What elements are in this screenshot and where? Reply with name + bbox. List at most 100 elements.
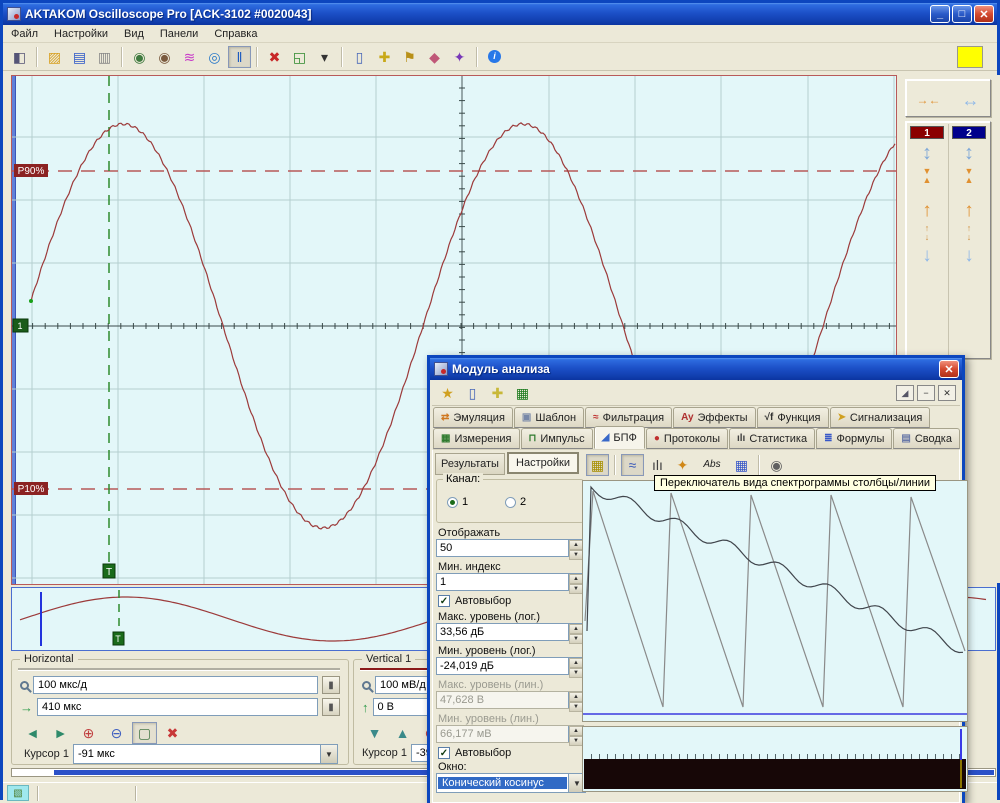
tab-formulas[interactable]: ≣Формулы [816,428,892,449]
display-button[interactable]: ▦ [511,382,534,404]
min-index-spinner[interactable]: ▲▼ [568,574,583,590]
tab-summary[interactable]: ▤Сводка [893,428,960,449]
import-dropdown[interactable]: ▾ [313,46,336,68]
compress-vertical-button[interactable]: ▼ ▲ [965,167,974,185]
save-button[interactable]: ▤ [68,46,91,68]
settings-ch1-button[interactable]: ◉ [128,46,151,68]
expand-vertical-button[interactable]: ↕ [922,143,932,163]
move-up-button[interactable]: ↑ [922,201,932,220]
display-count-spinner[interactable]: ▲▼ [568,540,583,556]
tab-alarm[interactable]: ➤Сигнализация [830,407,931,428]
min-log-input[interactable]: -24,019 дБ ▲▼ [436,657,584,675]
tab-filtering[interactable]: ≈Фильтрация [585,407,672,428]
minimize-button[interactable]: _ [930,5,950,23]
shift-up-button[interactable]: ▲ [390,722,415,744]
tab-measurements[interactable]: ▦Измерения [433,428,520,449]
h-cursor-dropdown[interactable]: ▼ [320,745,337,763]
scroll-left-button[interactable]: ◄ [20,722,45,744]
window-function-combo[interactable]: Конический косинус ▼ [436,773,586,793]
help-button[interactable]: i [483,46,506,68]
settings-ch2-button[interactable]: ◉ [153,46,176,68]
h-cursor-combo[interactable]: -91 мкс ▼ [73,744,338,764]
channel-2-radio[interactable]: 2 [505,496,526,508]
clear-signal-button[interactable]: ✖ [263,46,286,68]
add-button[interactable]: ✚ [486,382,509,404]
import-signal-button[interactable]: ◱ [288,46,311,68]
wizard-button[interactable]: ✦ [448,46,471,68]
tab-effects[interactable]: AyЭффекты [673,407,755,428]
print-button[interactable]: ▥ [93,46,116,68]
autoselect-lin-checkbox[interactable]: ✓Автовыбор [438,747,511,759]
move-up-button[interactable]: ↑ [964,201,974,220]
dialog-minimize-button[interactable]: − [917,385,935,401]
menu-help[interactable]: Справка [206,26,265,42]
channel-2-badge[interactable]: 2 [952,126,986,139]
max-log-spinner[interactable]: ▲▼ [568,624,583,640]
panel-measure-button[interactable]: ◆ [423,46,446,68]
fft-bars-button[interactable]: ılı [646,454,669,476]
color-swatch[interactable] [957,46,983,68]
fft-lines-button[interactable]: ≈ [621,454,644,476]
timebase-lock-button[interactable]: ▮ [322,676,340,694]
tab-protocols[interactable]: ●Протоколы [646,428,728,449]
compress-vertical-button[interactable]: ▼ ▲ [923,167,932,185]
expand-horizontal-button[interactable]: ↔ [962,91,980,109]
tab-function[interactable]: √fФункция [757,407,829,428]
generator-button[interactable]: ≋ [178,46,201,68]
fft-grid-button[interactable]: ▦ [586,454,609,476]
zoom-out-button[interactable]: ⊖ [104,722,129,744]
menu-settings[interactable]: Настройки [46,26,116,42]
panel-signpost-button[interactable]: ⚑ [398,46,421,68]
dialog-close-alt-button[interactable]: ✕ [938,385,956,401]
fft-table-button[interactable]: ▦ [730,454,753,476]
menu-file[interactable]: Файл [3,26,46,42]
delay-lock-button[interactable]: ▮ [322,698,340,716]
min-log-spinner[interactable]: ▲▼ [568,658,583,674]
open-button[interactable]: ▨ [43,46,66,68]
move-down-button[interactable]: ↓ [922,246,932,265]
fft-abs-button[interactable]: Abs [696,454,728,476]
tab-statistics[interactable]: ılıСтатистика [729,428,815,449]
panel-info-button[interactable]: ▯ [348,46,371,68]
menu-panels[interactable]: Панели [152,26,206,42]
max-log-input[interactable]: 33,56 дБ ▲▼ [436,623,584,641]
tab-pulse[interactable]: ⊓Импульс [521,428,593,449]
maximize-button[interactable]: □ [952,5,972,23]
close-button[interactable]: ✕ [974,5,994,23]
fft-plot[interactable] [583,481,967,721]
dialog-export-button[interactable]: ◢ [896,385,914,401]
spectrogram-cursor-blue[interactable] [960,729,962,761]
dialog-close-button[interactable]: ✕ [939,360,959,378]
acquire-button[interactable]: ◎ [203,46,226,68]
scroll-right-button[interactable]: ► [48,722,73,744]
delay-field[interactable]: 410 мкс [37,698,318,716]
fft-peak-button[interactable]: ✦ [671,454,694,476]
fft-snapshot-button[interactable]: ◉ [765,454,788,476]
menu-view[interactable]: Вид [116,26,152,42]
zoom-reset-button[interactable]: ✖ [160,722,185,744]
zoom-in-button[interactable]: ⊕ [76,722,101,744]
expand-vertical-button[interactable]: ↕ [964,143,974,163]
channel-1-badge[interactable]: 1 [910,126,944,139]
move-down-button[interactable]: ↓ [964,246,974,265]
tab-template[interactable]: ▣Шаблон [514,407,584,428]
panel-tools-button[interactable]: ✚ [373,46,396,68]
channel-1-radio[interactable]: 1 [447,496,468,508]
fine-adjust-button[interactable]: ↑ ↓ [925,224,930,242]
info-button[interactable]: ▯ [461,382,484,404]
timebase-field[interactable]: 100 мкс/д [33,676,318,694]
fine-adjust-button[interactable]: ↑ ↓ [967,224,972,242]
favorites-button[interactable]: ★ [436,382,459,404]
autoselect-log-checkbox[interactable]: ✓Автовыбор [438,595,511,607]
display-count-input[interactable]: 50 ▲▼ [436,539,584,557]
subtab-results[interactable]: Результаты [435,453,505,475]
tab-fft[interactable]: ◢БПФ [594,426,645,449]
zoom-window-button[interactable]: ▢ [132,722,157,744]
pause-button[interactable]: ‖ [228,46,251,68]
min-index-input[interactable]: 1 ▲▼ [436,573,584,591]
spectrogram-cursor-yellow[interactable] [960,760,962,788]
compress-horizontal-button[interactable]: →← [917,96,941,105]
subtab-settings[interactable]: Настройки [507,452,579,474]
shift-down-button[interactable]: ▼ [362,722,387,744]
exit-button[interactable]: ◧ [8,46,31,68]
